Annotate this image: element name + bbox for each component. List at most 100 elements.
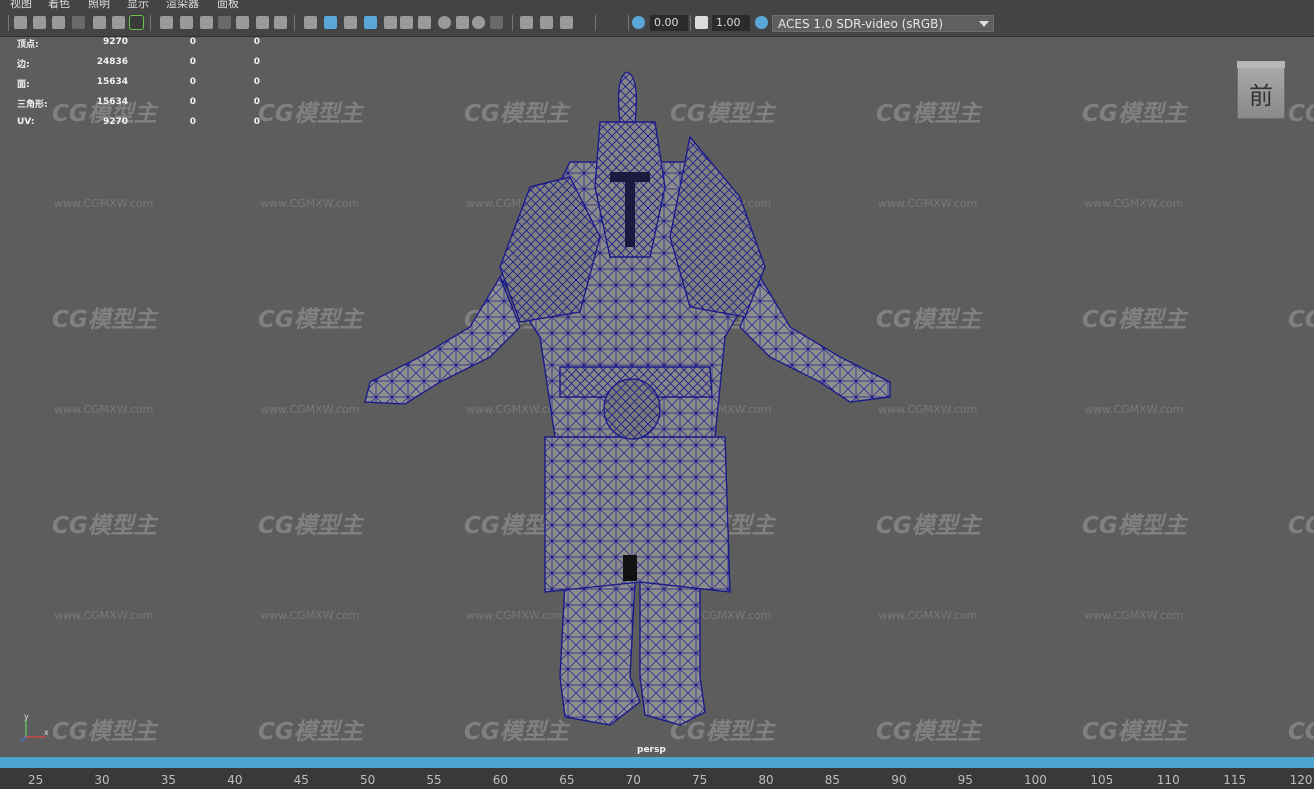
image-plane-icon[interactable]	[72, 16, 85, 29]
toolbar-separator	[8, 15, 9, 31]
hud-v1: 9270	[102, 117, 128, 127]
axis-z-line	[20, 736, 27, 742]
hud-v3: 0	[253, 97, 260, 107]
timeline-tick-label: 30	[94, 773, 110, 787]
hud-row: 三角形: 15634 0 0	[0, 97, 280, 117]
grease-pencil-icon[interactable]	[112, 16, 125, 29]
menu-item[interactable]: 照明	[88, 0, 110, 10]
toolbar-separator	[512, 15, 513, 31]
menu-item[interactable]: 着色	[48, 0, 70, 10]
hud-label: 面:	[17, 80, 30, 90]
hud-v2: 0	[189, 97, 196, 107]
hud-row: 顶点: 9270 0 0	[0, 37, 280, 57]
menu-item[interactable]: 显示	[127, 0, 149, 10]
field-chart-icon[interactable]	[218, 16, 231, 29]
wireframe-on-shaded-icon[interactable]	[344, 16, 357, 29]
hud-v3: 0	[253, 117, 260, 127]
2d-pan-zoom-icon[interactable]	[93, 16, 106, 29]
timeline-tick-label: 35	[160, 773, 177, 787]
axis-gizmo: y x	[20, 713, 49, 742]
mesh-body	[364, 71, 891, 726]
gamma-field[interactable]: 1.00	[712, 15, 750, 31]
hud-v2: 0	[189, 37, 196, 47]
color-management-select[interactable]: ACES 1.0 SDR-video (sRGB)	[772, 15, 994, 32]
timeline-tick-label: 40	[227, 773, 243, 787]
smooth-shade-icon[interactable]	[304, 16, 317, 29]
timeline-tick-label: 70	[625, 773, 641, 787]
timeline-tick-label: 60	[492, 773, 509, 787]
multisample-aa-icon[interactable]	[456, 16, 469, 29]
menu-item[interactable]: 视图	[10, 0, 32, 10]
safe-action-icon[interactable]	[236, 16, 249, 29]
hud-row: 面: 15634 0 0	[0, 77, 280, 97]
timeline-tick-label: 105	[1090, 773, 1114, 787]
timeline-tick-label: 115	[1223, 773, 1247, 787]
hud-label: 三角形:	[17, 100, 48, 110]
hud-v2: 0	[189, 57, 196, 67]
toolbar-separator	[628, 15, 629, 31]
view-cube[interactable]: 前	[1237, 61, 1285, 119]
camera-attributes-icon[interactable]	[33, 16, 46, 29]
hud-v1: 15634	[96, 77, 128, 87]
gamma-icon[interactable]	[695, 16, 708, 29]
hud-row: 边: 24836 0 0	[0, 57, 280, 77]
timeline-tick-label: 75	[692, 773, 708, 787]
hud-v1: 24836	[96, 57, 128, 67]
safe-title-icon[interactable]	[256, 16, 269, 29]
color-management-icon[interactable]	[755, 16, 768, 29]
timeline-tick-label: 25	[28, 773, 44, 787]
resolution-gate-icon[interactable]	[180, 16, 193, 29]
timeline-tick-label: 45	[293, 773, 309, 787]
menu-item[interactable]: 渲染器	[166, 0, 199, 10]
grid-icon[interactable]	[129, 15, 144, 30]
hud-row: UV: 9270 0 0	[0, 117, 280, 137]
hud-label: 边:	[17, 60, 30, 70]
menu-item[interactable]: 面板	[217, 0, 239, 10]
hud-v1: 15634	[96, 97, 128, 107]
bookmark-icon[interactable]	[52, 16, 65, 29]
hud-v3: 0	[253, 77, 260, 87]
toolbar-separator	[150, 15, 151, 31]
hud-v2: 0	[189, 77, 196, 87]
motion-blur-icon[interactable]	[438, 16, 451, 29]
depth-of-field-icon[interactable]	[472, 16, 485, 29]
hud-v3: 0	[253, 37, 260, 47]
hud-label: UV:	[17, 117, 35, 127]
toolbar-separator	[690, 15, 691, 31]
screen-space-ao-icon[interactable]	[418, 16, 431, 29]
camera-label: persp	[637, 745, 666, 755]
timeline-tick-label: 65	[559, 773, 575, 787]
xray-active-icon[interactable]	[520, 16, 533, 29]
exposure-field[interactable]: 0.00	[650, 15, 688, 31]
use-all-lights-icon[interactable]	[384, 16, 397, 29]
timeline-tick-label: 95	[957, 773, 973, 787]
camera-select-icon[interactable]	[14, 16, 27, 29]
time-ruler[interactable]: 25 30 35 40 45 50 55 60 65 70 75 80 85 90 95 100 105 110 1…	[0, 768, 1314, 789]
hud-v2: 0	[189, 117, 196, 127]
timeline-tick-label: 120	[1289, 773, 1313, 787]
xray-joints-icon[interactable]	[540, 16, 553, 29]
gate-mask-icon[interactable]	[200, 16, 213, 29]
xray-icon[interactable]	[364, 16, 377, 29]
default-material-icon[interactable]	[324, 16, 337, 29]
wireframe-icon[interactable]	[274, 16, 287, 29]
panel-toolbar: 0.00 1.00 ACES 1.0 SDR-video (sRGB)	[0, 10, 1314, 37]
film-gate-icon[interactable]	[160, 16, 173, 29]
hud-v3: 0	[253, 57, 260, 67]
timeline-tick-label: 80	[758, 773, 774, 787]
isolate-select-icon[interactable]	[490, 16, 503, 29]
exposure-icon[interactable]	[632, 16, 645, 29]
shadows-icon[interactable]	[400, 16, 413, 29]
armor-mesh[interactable]	[0, 37, 1314, 757]
backface-culling-icon[interactable]	[560, 16, 573, 29]
timeline-tick-label: 110	[1156, 773, 1180, 787]
chevron-down-icon[interactable]	[979, 21, 989, 27]
menu-bar: 视图 着色 照明 显示 渲染器 面板	[0, 0, 1314, 10]
timeline-tick-label: 50	[360, 773, 376, 787]
axis-y-label: y	[24, 713, 29, 721]
color-management-value: ACES 1.0 SDR-video (sRGB)	[778, 17, 944, 31]
viewport-persp[interactable]: CG模型主CG模型主CG模型主CG模型主CG模型主CG模型主CG模型主CG模型主…	[0, 37, 1314, 757]
toolbar-separator	[294, 15, 295, 31]
time-slider-bar[interactable]	[0, 757, 1314, 768]
timeline-tick-label: 100	[1024, 773, 1047, 787]
